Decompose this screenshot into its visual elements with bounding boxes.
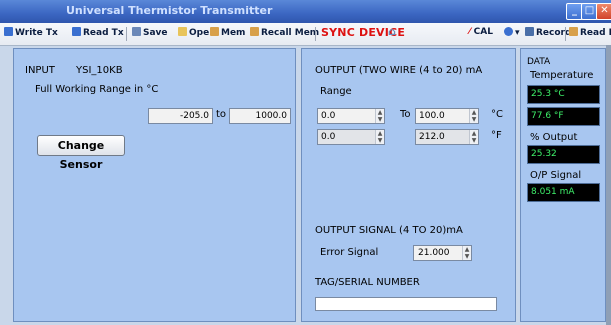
toolbar-separator (565, 27, 566, 41)
window-title: Universal Thermistor Transmitter (66, 4, 273, 17)
op-signal-display: 8.051 mA (527, 183, 600, 202)
toolbar-separator (315, 27, 316, 41)
book-icon (569, 27, 578, 36)
output-range-label: Range (320, 86, 352, 97)
pen-icon: ⁄ (469, 27, 471, 37)
save-button[interactable]: Save (132, 27, 168, 38)
save-icon (132, 27, 141, 36)
celsius-max-input[interactable]: 100.0 ▲ ▼ (415, 108, 479, 124)
read-data-button[interactable]: Read Data (569, 27, 611, 38)
spin-arrows-icon[interactable]: ▲ ▼ (462, 246, 471, 260)
error-signal-label: Error Signal (320, 247, 379, 258)
toolbar-separator (126, 27, 127, 41)
range-min-field: -205.0 (148, 108, 213, 124)
recall-mem-button[interactable]: Recall Mem (250, 27, 319, 38)
output-to-label: To (400, 109, 411, 120)
data-title: DATA (527, 57, 551, 67)
mem-icon (210, 27, 219, 36)
write-tx-button[interactable]: Write Tx (4, 27, 58, 38)
output-signal-title: OUTPUT SIGNAL (4 TO 20)mA (315, 225, 463, 236)
spin-arrows-icon: ▲ ▼ (469, 130, 478, 144)
monitor-icon (525, 27, 534, 36)
app-window: Universal Thermistor Transmitter _ □ ✕ W… (0, 0, 611, 325)
help-icon[interactable]: ▾ (504, 27, 520, 38)
write-tx-icon (4, 27, 13, 36)
read-tx-icon (72, 27, 81, 36)
recall-mem-icon (250, 27, 259, 36)
spin-arrows-icon[interactable]: ▲ ▼ (375, 109, 384, 123)
input-panel: INPUT YSI_10KB Full Working Range in °C … (13, 48, 296, 322)
range-max-field: 1000.0 (229, 108, 291, 124)
spin-arrows-icon: ▲ ▼ (375, 130, 384, 144)
celsius-unit: °C (491, 109, 503, 120)
input-label: INPUT (25, 65, 55, 76)
cal-button[interactable]: ⁄ CAL (469, 27, 493, 37)
output-title: OUTPUT (TWO WIRE (4 to 20) mA (315, 65, 483, 76)
toolbar: Write Tx Read Tx Save Open Mem Recall Me… (0, 23, 611, 46)
error-signal-input[interactable]: 21.000 ▲ ▼ (413, 245, 472, 261)
fahrenheit-unit: °F (491, 130, 502, 141)
read-tx-button[interactable]: Read Tx (72, 27, 124, 38)
home-icon[interactable]: ⌂ (388, 25, 396, 38)
title-bar: Universal Thermistor Transmitter _ □ ✕ (0, 0, 611, 23)
tag-serial-input[interactable] (315, 297, 497, 311)
temperature-f-display: 77.6 °F (527, 107, 600, 126)
fahrenheit-min-field: 0.0 ▲ ▼ (317, 129, 385, 145)
tag-serial-label: TAG/SERIAL NUMBER (315, 277, 420, 288)
mem-button[interactable]: Mem (210, 27, 245, 38)
range-to-label: to (216, 109, 227, 120)
output-percent-display: 25.32 (527, 145, 600, 164)
output-panel: OUTPUT (TWO WIRE (4 to 20) mA Range 0.0 ▲… (301, 48, 516, 322)
output-percent-label: % Output (530, 132, 578, 143)
close-icon[interactable]: ✕ (596, 3, 611, 20)
op-signal-label: O/P Signal (530, 170, 582, 181)
data-panel: DATA Temperature 25.3 °C 77.6 °F % Outpu… (520, 48, 606, 322)
change-sensor-button[interactable]: Change Sensor (37, 135, 125, 171)
sensor-name: YSI_10KB (76, 65, 123, 76)
window-edge (606, 45, 611, 325)
temperature-label: Temperature (530, 70, 594, 81)
range-title: Full Working Range in °C (35, 84, 159, 95)
folder-icon (178, 27, 187, 36)
temperature-c-display: 25.3 °C (527, 85, 600, 104)
spin-arrows-icon[interactable]: ▲ ▼ (469, 109, 478, 123)
fahrenheit-max-field: 212.0 ▲ ▼ (415, 129, 479, 145)
celsius-min-input[interactable]: 0.0 ▲ ▼ (317, 108, 385, 124)
